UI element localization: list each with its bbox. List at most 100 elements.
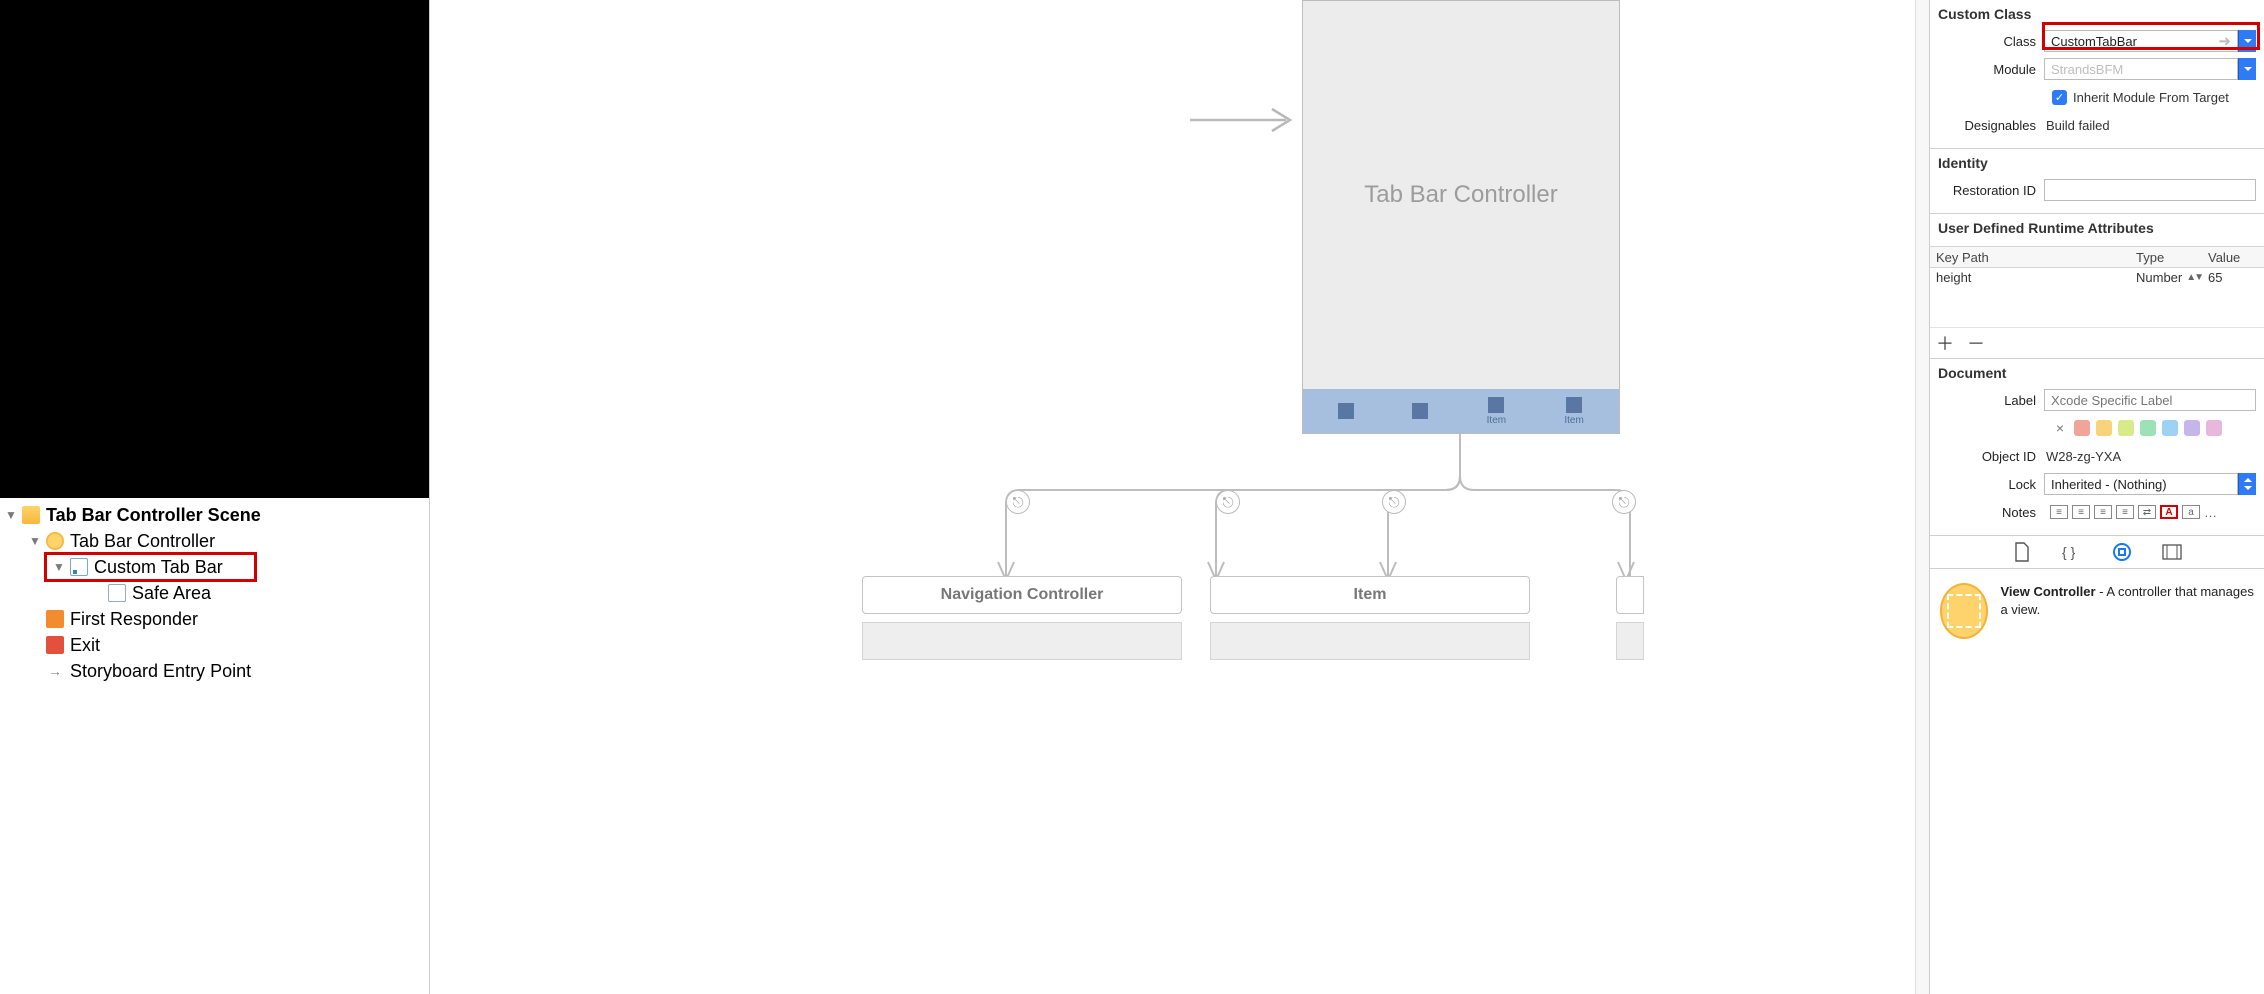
outline-label: First Responder [70,609,198,630]
tab-item-icon [1488,397,1504,413]
storyboard-scene-icon [22,506,40,524]
disclosure-triangle-icon[interactable]: ▼ [4,508,18,522]
runtime-attr-empty [1930,287,2264,327]
class-field[interactable]: CustomTabBar ➜ [2044,30,2238,52]
tab-bar[interactable]: Item Item [1303,389,1619,433]
section-title: Identity [1938,155,2256,171]
remove-attr-button[interactable]: － [1967,334,1989,354]
code-snippet-tab-icon[interactable]: { } [2061,541,2083,563]
runtime-attr-header: Key Path Type Value [1930,246,2264,268]
lock-value: Inherited - (Nothing) [2051,477,2167,492]
swatch-orange[interactable] [2096,420,2112,436]
media-library-tab-icon[interactable] [2161,541,2183,563]
tab-item-icon [1338,403,1354,419]
tab-item-icon [1566,397,1582,413]
link-icon[interactable]: ⇄ [2138,505,2156,519]
inherit-label: Inherit Module From Target [2073,90,2229,105]
disclosure-triangle-icon[interactable]: ▼ [52,560,66,574]
add-attr-button[interactable]: ＋ [1936,334,1958,354]
restoration-id-field[interactable] [2044,179,2256,201]
jump-to-class-icon[interactable]: ➜ [2218,32,2231,50]
text-color-icon[interactable]: A [2160,505,2178,519]
section-document: Document Label × Object [1930,359,2264,535]
class-label: Class [1938,34,2044,49]
safe-area-icon [108,584,126,602]
scene-body [862,622,1182,660]
tab-item-caption: Item [1487,415,1506,426]
view-controller-object-icon[interactable] [1940,583,1988,639]
scene-body [1210,622,1530,660]
outline-first-responder[interactable]: ▼ First Responder [0,606,429,632]
outline-label: Safe Area [132,583,211,604]
label-label: Label [1938,393,2044,408]
lock-dropdown-button[interactable] [2238,473,2256,495]
restoration-id-label: Restoration ID [1938,183,2044,198]
label-field[interactable] [2044,389,2256,411]
canvas-preview [0,0,429,498]
disclosure-triangle-icon[interactable]: ▼ [28,534,42,548]
tab-bar-item[interactable] [1338,403,1354,419]
swatch-yellowgreen[interactable] [2118,420,2134,436]
scene-title: Navigation Controller [862,576,1182,614]
segue-badge-icon[interactable]: ⎋ [1612,490,1636,514]
tab-bar-controller-scene[interactable]: Tab Bar Controller Item Item [1302,0,1620,434]
object-library-tab-icon[interactable] [2111,541,2133,563]
outline-entry-point[interactable]: ▼ → Storyboard Entry Point [0,658,429,684]
designables-label: Designables [1938,118,2044,133]
runtime-attr-row[interactable]: height Number▲▼ 65 [1930,268,2264,287]
module-field[interactable]: StrandsBFM [2044,58,2238,80]
swatch-blue[interactable] [2162,420,2178,436]
align-justify-icon[interactable]: ≡ [2116,505,2134,519]
outline-scene[interactable]: ▼ Tab Bar Controller Scene [0,502,429,528]
type-stepper-icon[interactable]: ▲▼ [2186,272,2208,283]
swatch-red[interactable] [2074,420,2090,436]
tab-bar-item[interactable] [1412,403,1428,419]
align-left-icon[interactable]: ≡ [2050,505,2068,519]
outline-label: Tab Bar Controller Scene [46,505,261,526]
swatch-purple[interactable] [2184,420,2200,436]
tab-bar-item[interactable]: Item [1487,397,1506,426]
library-tabbar: { } [1930,535,2264,569]
outline-label: Storyboard Entry Point [70,661,251,682]
section-runtime-attributes: User Defined Runtime Attributes Key Path… [1930,214,2264,359]
document-outline: ▼ Tab Bar Controller Scene ▼ Tab Bar Con… [0,0,430,994]
child-scene-nav[interactable]: Navigation Controller [862,576,1182,660]
align-center-icon[interactable]: ≡ [2072,505,2090,519]
module-dropdown-button[interactable] [2238,58,2256,80]
scene-body [1616,622,1644,660]
scene-title: Item [1210,576,1530,614]
class-dropdown-button[interactable] [2238,30,2256,52]
inherit-checkbox[interactable]: ✓ [2052,90,2067,105]
col-type: Type [2136,250,2208,265]
lock-label: Lock [1938,477,2044,492]
scrollbar[interactable] [1915,0,1929,994]
tab-bar-item[interactable]: Item [1564,397,1583,426]
object-library[interactable]: View Controller - A controller that mana… [1930,569,2264,994]
segue-badge-icon[interactable]: ⎋ [1006,490,1030,514]
child-scene-clipped[interactable] [1616,576,1644,660]
outline-safe-area[interactable]: ▼ Safe Area [0,580,429,606]
outline-custom-tab-bar[interactable]: ▼ Custom Tab Bar [0,554,429,580]
module-label: Module [1938,62,2044,77]
outline-label: Custom Tab Bar [94,557,223,578]
segue-badge-icon[interactable]: ⎋ [1382,490,1406,514]
identity-inspector: Custom Class Class CustomTabBar ➜ Module… [1930,0,2264,994]
scene-title [1616,576,1644,614]
align-right-icon[interactable]: ≡ [2094,505,2112,519]
interface-builder-canvas[interactable]: Tab Bar Controller Item Item ⎋ ⎋ ⎋ ⎋ Nav… [430,0,1930,994]
section-custom-class: Custom Class Class CustomTabBar ➜ Module… [1930,0,2264,149]
lock-field[interactable]: Inherited - (Nothing) [2044,473,2238,495]
outline-exit[interactable]: ▼ Exit [0,632,429,658]
outline-label: Exit [70,635,100,656]
swatch-clear[interactable]: × [2052,420,2068,436]
file-template-tab-icon[interactable] [2011,541,2033,563]
swatch-green[interactable] [2140,420,2156,436]
segue-badge-icon[interactable]: ⎋ [1216,490,1240,514]
object-title: View Controller [2000,584,2095,599]
view-controller-icon [46,532,64,550]
child-scene-item[interactable]: Item [1210,576,1530,660]
swatch-pink[interactable] [2206,420,2222,436]
outline-view-controller[interactable]: ▼ Tab Bar Controller [0,528,429,554]
outline-tree[interactable]: ▼ Tab Bar Controller Scene ▼ Tab Bar Con… [0,498,429,994]
font-icon[interactable]: a [2182,505,2200,519]
